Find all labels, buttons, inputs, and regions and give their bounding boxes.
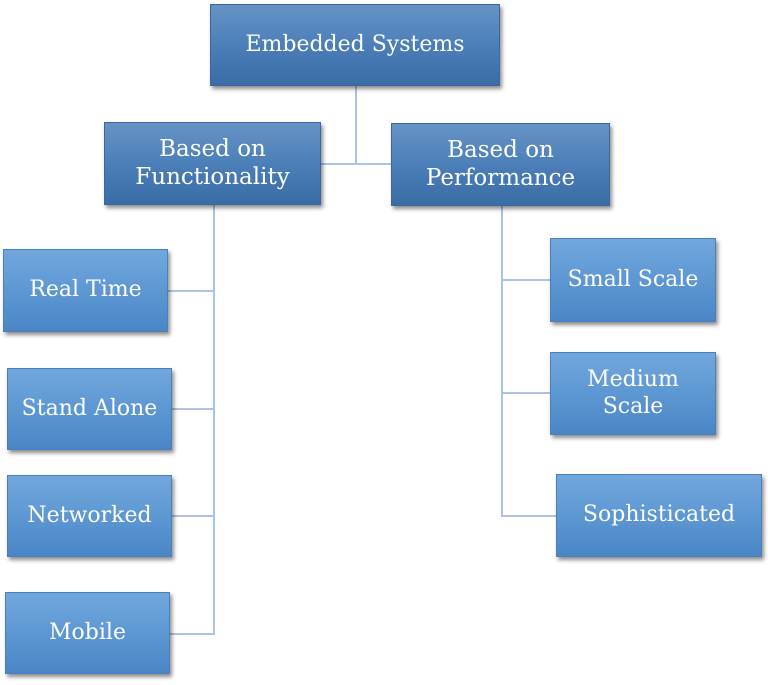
node-medium-scale: Medium Scale: [550, 352, 716, 435]
node-label: Embedded Systems: [245, 31, 465, 57]
node-label: Mobile: [49, 619, 126, 645]
node-mobile: Mobile: [5, 592, 170, 674]
node-real-time: Real Time: [3, 249, 168, 332]
node-embedded-systems: Embedded Systems: [210, 4, 500, 86]
connector-sophisticated: [502, 515, 556, 517]
node-label: Medium Scale: [587, 367, 679, 419]
node-based-on-functionality: Based on Functionality: [104, 122, 321, 205]
connector-functionality-trunk: [213, 205, 215, 635]
node-based-on-performance: Based on Performance: [391, 123, 610, 206]
node-label: Real Time: [29, 277, 142, 303]
connector-stand-alone: [172, 408, 214, 410]
node-label: Stand Alone: [21, 395, 158, 421]
connector-mobile: [170, 633, 214, 635]
node-sophisticated: Sophisticated: [556, 474, 762, 557]
node-networked: Networked: [7, 475, 172, 557]
node-label: Networked: [27, 502, 152, 528]
connector-small-scale: [502, 279, 550, 281]
connector-networked: [172, 515, 214, 517]
connector-medium-scale: [502, 392, 550, 394]
connector-root-branch: [321, 163, 391, 165]
node-label: Based on Performance: [425, 136, 576, 191]
node-label: Small Scale: [567, 266, 699, 292]
node-label: Sophisticated: [582, 502, 736, 528]
node-label: Based on Functionality: [135, 135, 290, 190]
node-stand-alone: Stand Alone: [7, 368, 172, 450]
connector-performance-trunk: [501, 206, 503, 517]
connector-real-time: [168, 290, 214, 292]
node-small-scale: Small Scale: [550, 238, 716, 322]
connector-root-trunk: [355, 86, 357, 165]
